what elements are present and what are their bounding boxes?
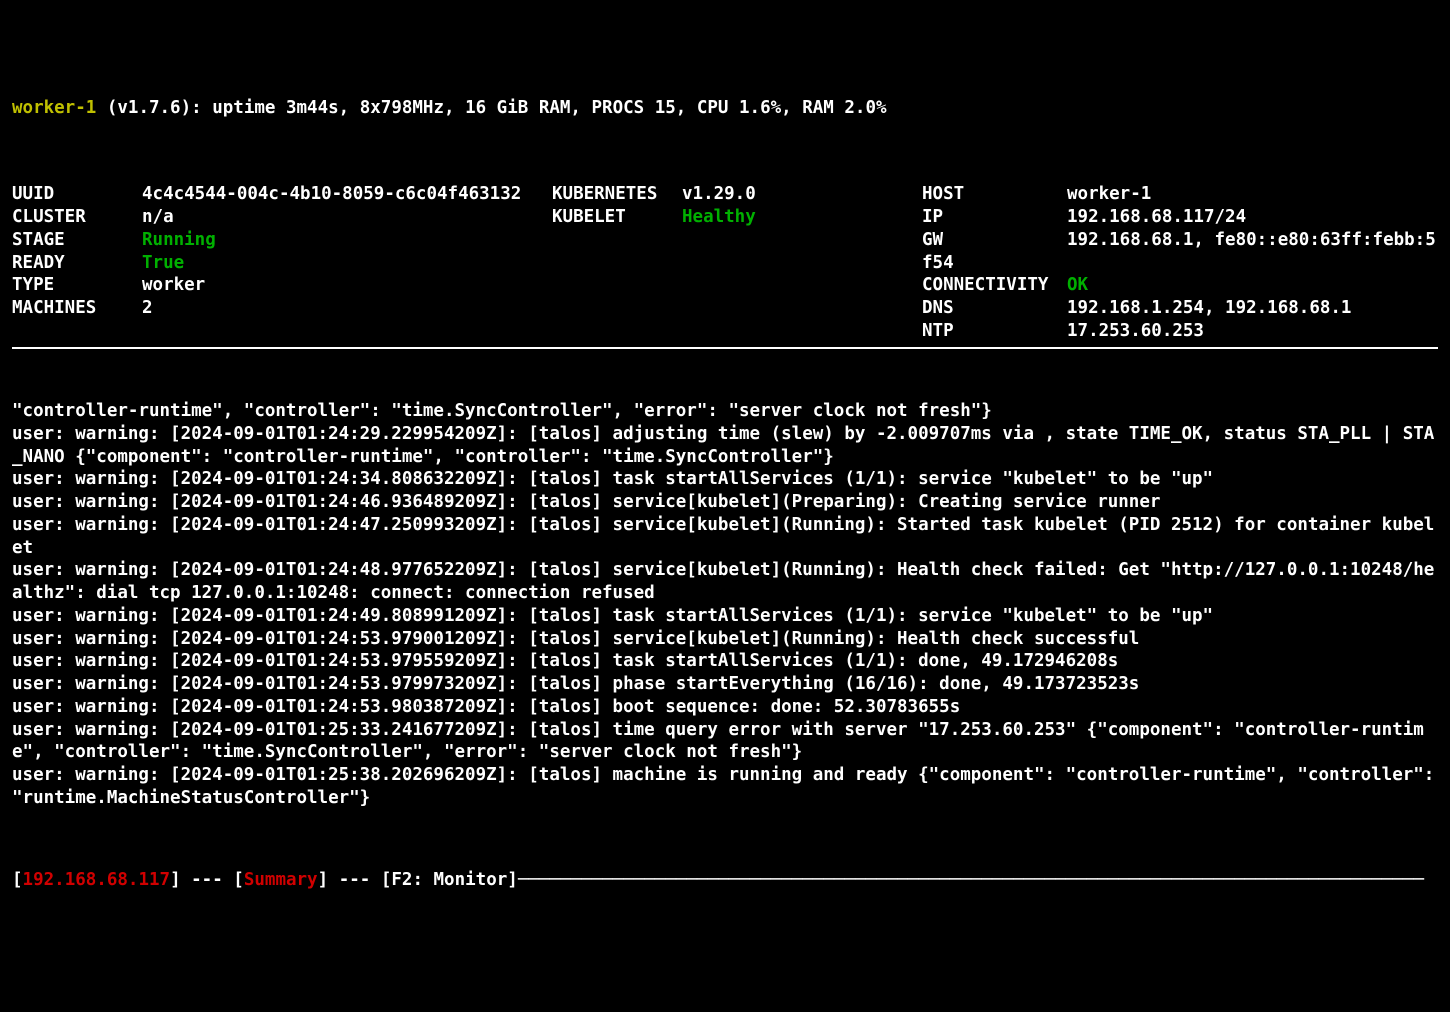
dns-label: DNS (922, 297, 1067, 320)
gw-label: GW (922, 229, 1067, 252)
tab-summary[interactable]: Summary (244, 870, 318, 890)
tab-monitor[interactable]: [F2: Monitor] (381, 870, 518, 890)
stage-value: Running (142, 230, 216, 250)
log-output[interactable]: "controller-runtime", "controller": "tim… (12, 400, 1438, 810)
info-col-k8s: KUBERNETESv1.29.0 KUBELETHealthy (552, 183, 922, 342)
ip-label: IP (922, 206, 1067, 229)
stage-label: STAGE (12, 229, 142, 252)
footer-rule: ────────────────────────────────────────… (518, 870, 1424, 890)
footer-ip[interactable]: 192.168.68.117 (23, 870, 171, 890)
separator: --- (181, 870, 234, 890)
footer-bar: [192.168.68.117] --- [Summary] --- [F2: … (12, 869, 1438, 892)
hostname: worker-1 (12, 98, 96, 118)
bracket-open: [ (233, 870, 244, 890)
bracket-close: ] (170, 870, 181, 890)
bracket-open: [ (12, 870, 23, 890)
header-status-line: worker-1 (v1.7.6): uptime 3m44s, 8x798MH… (12, 97, 1438, 120)
uuid-value: 4c4c4544-004c-4b10-8059-c6c04f463132 (142, 184, 521, 204)
separator: --- (328, 870, 381, 890)
header-stats: : uptime 3m44s, 8x798MHz, 16 GiB RAM, PR… (191, 98, 886, 118)
info-panel: UUID4c4c4544-004c-4b10-8059-c6c04f463132… (12, 183, 1438, 348)
info-col-node: UUID4c4c4544-004c-4b10-8059-c6c04f463132… (12, 183, 552, 342)
cluster-label: CLUSTER (12, 206, 142, 229)
ready-label: READY (12, 252, 142, 275)
kubelet-label: KUBELET (552, 206, 682, 229)
info-col-network: HOSTworker-1 IP192.168.68.117/24 GW 192.1… (922, 183, 1438, 342)
dns-value: 192.168.1.254, 192.168.68.1 (1067, 298, 1351, 318)
connectivity-label: CONNECTIVITY (922, 274, 1067, 297)
type-label: TYPE (12, 274, 142, 297)
bracket-close: ] (318, 870, 329, 890)
ip-value: 192.168.68.117/24 (1067, 207, 1246, 227)
type-value: worker (142, 275, 205, 295)
kubernetes-label: KUBERNETES (552, 183, 682, 206)
kubernetes-value: v1.29.0 (682, 184, 756, 204)
host-label: HOST (922, 183, 1067, 206)
kubelet-value: Healthy (682, 207, 756, 227)
uuid-label: UUID (12, 183, 142, 206)
host-value: worker-1 (1067, 184, 1151, 204)
machines-label: MACHINES (12, 297, 142, 320)
cluster-value: n/a (142, 207, 174, 227)
ntp-label: NTP (922, 320, 1067, 343)
machines-value: 2 (142, 298, 153, 318)
connectivity-value: OK (1067, 275, 1088, 295)
ntp-value: 17.253.60.253 (1067, 321, 1204, 341)
ready-value: True (142, 253, 184, 273)
version: v1.7.6 (117, 98, 180, 118)
